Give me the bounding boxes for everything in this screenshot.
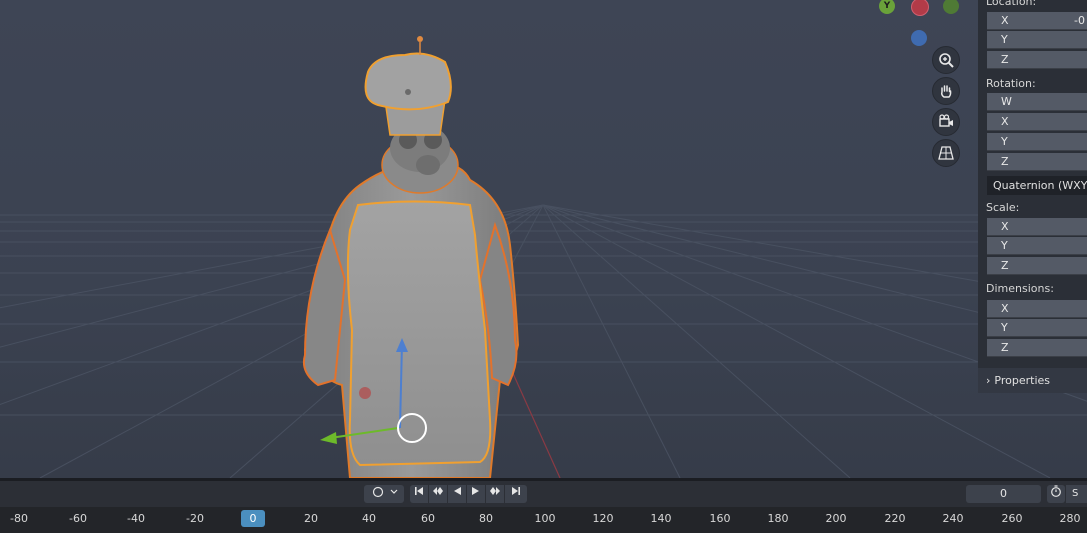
properties-panel-header[interactable]: › Properties xyxy=(978,368,1087,393)
axis-label: X xyxy=(1001,14,1009,27)
rotation-x-field[interactable]: X xyxy=(987,113,1087,131)
dimensions-y-field[interactable]: Y xyxy=(987,319,1087,337)
scale-x-field[interactable]: X xyxy=(987,218,1087,236)
dimensions-x-field[interactable]: X xyxy=(987,300,1087,318)
dimensions-label: Dimensions: xyxy=(986,282,1054,295)
ruler-tick: 100 xyxy=(534,512,556,525)
play-reverse-button[interactable] xyxy=(448,485,466,503)
zoom-icon[interactable] xyxy=(932,46,960,74)
scale-y-field[interactable]: Y xyxy=(987,237,1087,255)
axis-label: Y xyxy=(1001,321,1008,334)
jump-start-button[interactable] xyxy=(410,485,428,503)
axis-label: X xyxy=(1001,220,1009,233)
rotation-z-field[interactable]: Z xyxy=(987,153,1087,171)
ruler-tick: 20 xyxy=(304,512,318,525)
ruler-tick: 40 xyxy=(362,512,376,525)
stopwatch-icon[interactable] xyxy=(1047,485,1065,503)
perspective-grid-icon[interactable] xyxy=(932,139,960,167)
rotation-y-field[interactable]: Y xyxy=(987,133,1087,151)
location-y-field[interactable]: Y xyxy=(987,31,1087,49)
camera-icon[interactable] xyxy=(932,108,960,136)
timeline-header: 0 S xyxy=(0,481,1087,507)
current-frame-field[interactable]: 0 xyxy=(966,485,1041,503)
dimensions-z-field[interactable]: Z xyxy=(987,339,1087,357)
ruler-tick: 280 xyxy=(1059,512,1081,525)
ruler-tick: 240 xyxy=(942,512,964,525)
chevron-right-icon: › xyxy=(986,374,991,387)
axis-label: X xyxy=(1001,302,1009,315)
ruler-tick: 180 xyxy=(767,512,789,525)
timeline-ruler[interactable]: -80 -60 -40 -20 0 20 40 60 80 100 120 14… xyxy=(0,507,1087,533)
ruler-tick: -60 xyxy=(69,512,87,525)
play-button[interactable] xyxy=(467,485,485,503)
jump-keyframe-next-button[interactable] xyxy=(486,485,504,503)
axis-label: Y xyxy=(1001,135,1008,148)
ruler-tick: 160 xyxy=(709,512,731,525)
field-value: -0 xyxy=(1074,14,1085,27)
axis-label: Y xyxy=(1001,33,1008,46)
location-z-field[interactable]: Z xyxy=(987,51,1087,69)
ruler-tick: 140 xyxy=(650,512,672,525)
axis-label: Z xyxy=(1001,341,1009,354)
ruler-tick: -40 xyxy=(127,512,145,525)
start-frame-field[interactable]: S xyxy=(1066,485,1087,503)
z-axis-icon[interactable] xyxy=(911,30,927,46)
location-x-field[interactable]: X -0 xyxy=(987,12,1087,30)
axis-label: Y xyxy=(1001,239,1008,252)
location-label: Location: xyxy=(986,0,1037,8)
axis-label: Z xyxy=(1001,155,1009,168)
jump-end-button[interactable] xyxy=(505,485,527,503)
ruler-tick: 60 xyxy=(421,512,435,525)
axis-label: W xyxy=(1001,95,1012,108)
keyframe-type-dropdown[interactable] xyxy=(364,485,404,503)
scale-label: Scale: xyxy=(986,201,1020,214)
axis-label: Z xyxy=(1001,53,1009,66)
ruler-tick: -20 xyxy=(186,512,204,525)
ruler-tick: 120 xyxy=(592,512,614,525)
axis-label: Z xyxy=(1001,259,1009,272)
3d-viewport[interactable]: Y xyxy=(0,0,1087,478)
playhead-frame-indicator[interactable]: 0 xyxy=(241,510,265,527)
ruler-tick: 80 xyxy=(479,512,493,525)
properties-label: Properties xyxy=(994,374,1050,387)
ruler-tick: -80 xyxy=(10,512,28,525)
rotation-mode-dropdown[interactable]: Quaternion (WXYZ) xyxy=(987,176,1087,195)
jump-keyframe-prev-button[interactable] xyxy=(429,485,447,503)
axis-label: X xyxy=(1001,115,1009,128)
transform-panel: Location: X -0 Y Z Rotation: W X Y Z Quat… xyxy=(978,0,1087,393)
ruler-tick: 260 xyxy=(1001,512,1023,525)
character-model[interactable] xyxy=(0,0,1087,478)
rotation-label: Rotation: xyxy=(986,77,1036,90)
pan-hand-icon[interactable] xyxy=(932,77,960,105)
ruler-tick: 200 xyxy=(825,512,847,525)
scale-z-field[interactable]: Z xyxy=(987,257,1087,275)
ruler-tick: 220 xyxy=(884,512,906,525)
rotation-w-field[interactable]: W xyxy=(987,93,1087,111)
